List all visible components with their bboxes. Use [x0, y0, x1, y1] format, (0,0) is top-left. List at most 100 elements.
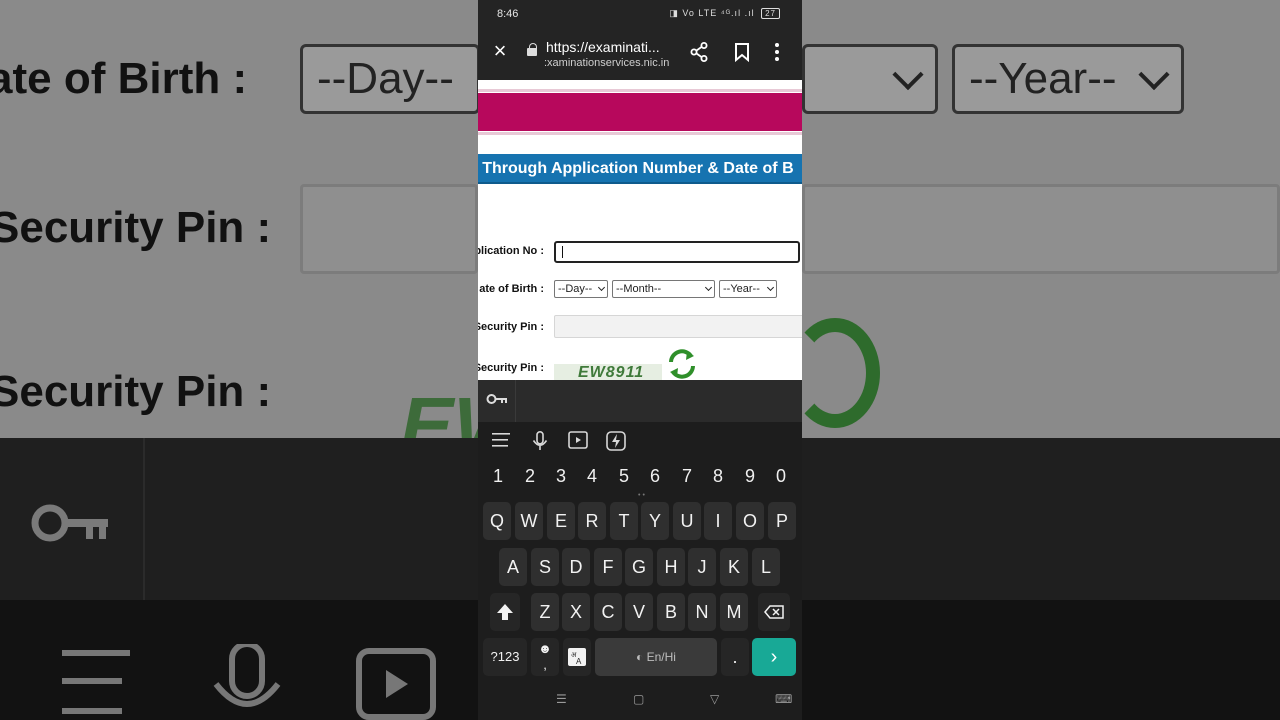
key-6[interactable]: 6 [640, 466, 670, 487]
key-l[interactable]: L [752, 548, 780, 586]
microphone-icon [212, 641, 282, 720]
key-5[interactable]: 5 [609, 466, 639, 487]
keyboard-hide-icon[interactable]: ⌨ [775, 692, 792, 706]
translate-key[interactable]: अA [563, 638, 591, 676]
number-row: 1 2 3 4 5 6 7 8 9 0 [478, 466, 802, 492]
key-i[interactable]: I [704, 502, 732, 540]
text-caret [562, 246, 563, 258]
key-g[interactable]: G [625, 548, 653, 586]
key-y[interactable]: Y [641, 502, 669, 540]
key-p[interactable]: P [768, 502, 796, 540]
space-key[interactable]: ◐ En/Hi [595, 638, 717, 676]
key-c[interactable]: C [594, 593, 622, 631]
captcha-security-pin-label: Security Pin : [478, 362, 544, 374]
page-title: n Through Application Number & Date of B [478, 160, 794, 177]
period-key[interactable]: . [721, 638, 749, 676]
signal-icons: ◨ Vo LTE ⁴ᴳ.ıl .ıl [669, 8, 755, 18]
keyboard-suggestion-bar [478, 380, 802, 422]
divider [515, 380, 516, 422]
more-vertical-icon[interactable] [774, 42, 780, 67]
key-2[interactable]: 2 [515, 466, 545, 487]
key-h[interactable]: H [657, 548, 685, 586]
key-m[interactable]: M [720, 593, 748, 631]
close-icon[interactable]: × [490, 40, 510, 62]
key-3[interactable]: 3 [546, 466, 576, 487]
key-t[interactable]: T [610, 502, 638, 540]
emoji-icon: ☻ [538, 641, 552, 656]
key-4[interactable]: 4 [577, 466, 607, 487]
key-k[interactable]: K [720, 548, 748, 586]
page-heading-bar: n Through Application Number & Date of B [478, 154, 802, 184]
microphone-icon[interactable] [532, 431, 554, 453]
key-d[interactable]: D [562, 548, 590, 586]
key-7[interactable]: 7 [672, 466, 702, 487]
screen: ate of Birth : --Day-- --Year-- Security… [0, 0, 1280, 720]
key-w[interactable]: W [515, 502, 543, 540]
key-z[interactable]: Z [531, 593, 559, 631]
status-bar: 8:46 ◨ Vo LTE ⁴ᴳ.ıl .ıl 27 [478, 0, 802, 28]
svg-text:A: A [576, 657, 582, 666]
key-icon[interactable] [486, 392, 508, 411]
key-a[interactable]: A [499, 548, 527, 586]
key-x[interactable]: X [562, 593, 590, 631]
bg-pin-input-right [802, 184, 1280, 274]
site-banner [478, 93, 802, 131]
lock-icon [527, 43, 537, 56]
refresh-captcha-icon[interactable] [665, 347, 699, 380]
bg-year-select: --Year-- [952, 44, 1184, 114]
key-0[interactable]: 0 [766, 466, 796, 487]
dob-day-select[interactable]: --Day-- [554, 280, 608, 298]
key-1[interactable]: 1 [483, 466, 513, 487]
dob-month-select[interactable]: --Month-- [612, 280, 715, 298]
url-text[interactable]: https://examinati... [546, 39, 670, 55]
key-q[interactable]: Q [483, 502, 511, 540]
key-9[interactable]: 9 [735, 466, 765, 487]
comma-label: , [543, 657, 547, 672]
bg-day-text: --Day-- [317, 54, 454, 103]
key-r[interactable]: R [578, 502, 606, 540]
key-f[interactable]: F [594, 548, 622, 586]
key-8[interactable]: 8 [703, 466, 733, 487]
home-icon[interactable]: ▢ [633, 692, 644, 706]
enter-key[interactable]: › [752, 638, 796, 676]
bookmark-icon[interactable] [734, 42, 750, 67]
bg-day-select: --Day-- [300, 44, 480, 114]
browser-toolbar: × https://examinati... :xaminationservic… [478, 28, 802, 80]
bg-month-select [802, 44, 938, 114]
backspace-key[interactable] [758, 593, 790, 631]
dob-year-select[interactable]: --Year-- [719, 280, 777, 298]
bg-pin-input [300, 184, 478, 274]
bg-year-text: --Year-- [969, 54, 1117, 103]
recents-icon[interactable]: ☰ [556, 692, 567, 706]
dob-month-value: --Month-- [616, 283, 662, 295]
key-v[interactable]: V [625, 593, 653, 631]
symbols-key[interactable]: ?123 [483, 638, 527, 676]
security-pin-input[interactable] [554, 315, 802, 338]
video-clip-icon[interactable] [568, 431, 590, 453]
key-b[interactable]: B [657, 593, 685, 631]
captcha-image: EW8911 [554, 364, 662, 380]
key-s[interactable]: S [531, 548, 559, 586]
key-e[interactable]: E [547, 502, 575, 540]
application-no-input[interactable] [554, 241, 800, 263]
phone-screen: 8:46 ◨ Vo LTE ⁴ᴳ.ıl .ıl 27 × https://exa… [478, 0, 802, 720]
key-j[interactable]: J [688, 548, 716, 586]
bg-dob-label: ate of Birth : [0, 54, 248, 103]
banner-accent [478, 89, 802, 92]
soft-keyboard: 1 2 3 4 5 6 7 8 9 0 •• Q W E R T Y U I O… [478, 422, 802, 720]
shift-key[interactable] [490, 593, 520, 631]
url-domain[interactable]: :xaminationservices.nic.in [544, 57, 674, 69]
translate-icon: अA [568, 648, 586, 666]
key-n[interactable]: N [688, 593, 716, 631]
key-o[interactable]: O [736, 502, 764, 540]
emoji-comma-key[interactable]: ☻ , [531, 638, 559, 676]
back-icon[interactable]: ▽ [710, 692, 719, 706]
chevron-down-icon [1138, 59, 1170, 91]
bg-pin-label-1: Security Pin : [0, 203, 272, 252]
key-u[interactable]: U [673, 502, 701, 540]
shift-icon [497, 604, 513, 620]
share-icon[interactable] [690, 42, 708, 67]
menu-icon[interactable] [492, 431, 514, 453]
video-clip-icon [356, 648, 436, 720]
quick-action-icon[interactable] [606, 431, 628, 453]
